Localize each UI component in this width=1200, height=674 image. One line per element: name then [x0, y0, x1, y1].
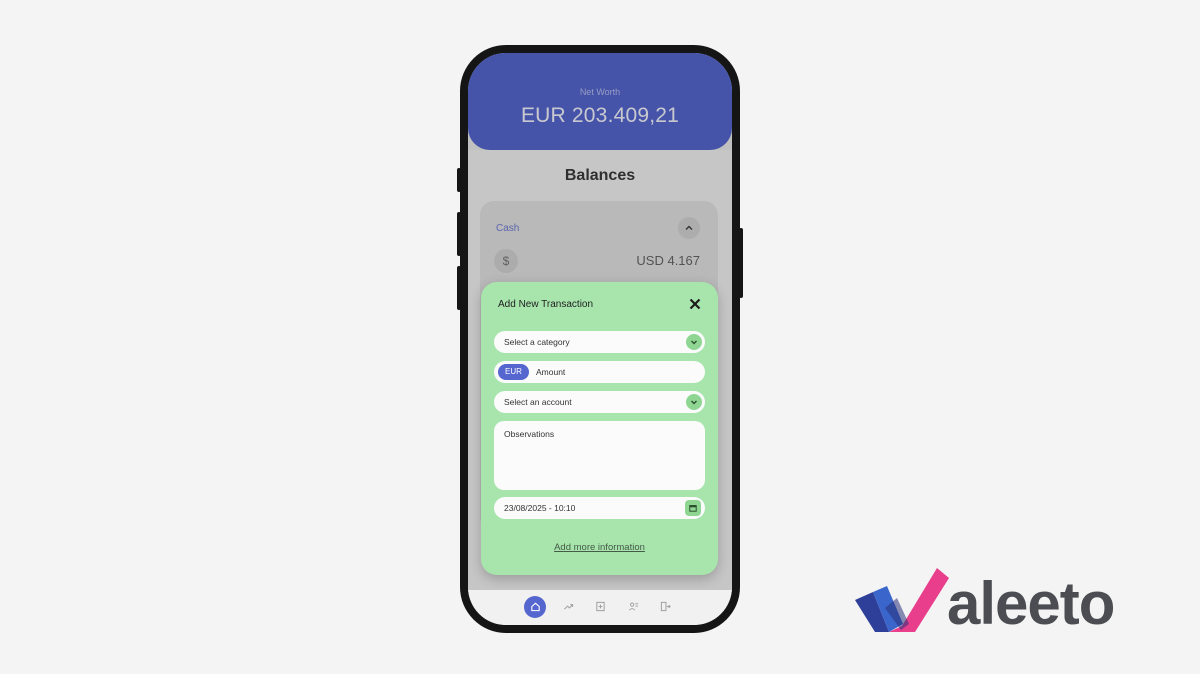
- amount-input[interactable]: Amount: [536, 367, 565, 377]
- nav-trends[interactable]: [557, 596, 579, 618]
- category-select-label: Select a category: [504, 337, 570, 347]
- modal-title: Add New Transaction: [498, 299, 594, 310]
- account-select-label: Select an account: [504, 397, 572, 407]
- chevron-down-icon: [686, 334, 702, 350]
- add-transaction-modal: Add New Transaction Select a category EU…: [481, 282, 718, 575]
- nav-users[interactable]: [622, 596, 644, 618]
- calendar-icon: [689, 505, 697, 512]
- phone-volume-up: [457, 212, 461, 256]
- observations-textarea[interactable]: Observations: [494, 421, 705, 490]
- close-icon: [689, 298, 701, 310]
- users-icon: [628, 602, 638, 611]
- account-select[interactable]: Select an account: [494, 391, 705, 413]
- observations-placeholder: Observations: [504, 429, 555, 439]
- logo-wordmark: aleeto: [947, 570, 1115, 637]
- currency-chip[interactable]: EUR: [498, 364, 529, 380]
- phone-screen: Net Worth EUR 203.409,21 Balances Cash $…: [468, 53, 732, 625]
- phone-volume-down: [457, 266, 461, 310]
- datetime-value: 23/08/2025 - 10:10: [504, 503, 576, 513]
- bottom-nav: [468, 590, 732, 625]
- trend-icon: [563, 604, 573, 610]
- add-more-information-link[interactable]: Add more information: [481, 542, 718, 553]
- home-icon: [530, 602, 540, 612]
- chevron-down-icon: [686, 394, 702, 410]
- close-modal-button[interactable]: [686, 295, 704, 313]
- waleeto-logo: aleeto: [855, 568, 1175, 636]
- nav-add-document[interactable]: [589, 596, 611, 618]
- nav-exit[interactable]: [654, 596, 676, 618]
- amount-field[interactable]: EUR Amount: [494, 361, 705, 383]
- phone-mute-switch: [457, 168, 461, 192]
- nav-home[interactable]: [524, 596, 546, 618]
- waleeto-w-mark-icon: [855, 568, 949, 632]
- category-select[interactable]: Select a category: [494, 331, 705, 353]
- add-document-icon: [595, 601, 605, 612]
- phone-power-button: [739, 228, 743, 298]
- exit-icon: [660, 601, 671, 612]
- datetime-field[interactable]: 23/08/2025 - 10:10: [494, 497, 705, 519]
- calendar-button[interactable]: [685, 500, 701, 516]
